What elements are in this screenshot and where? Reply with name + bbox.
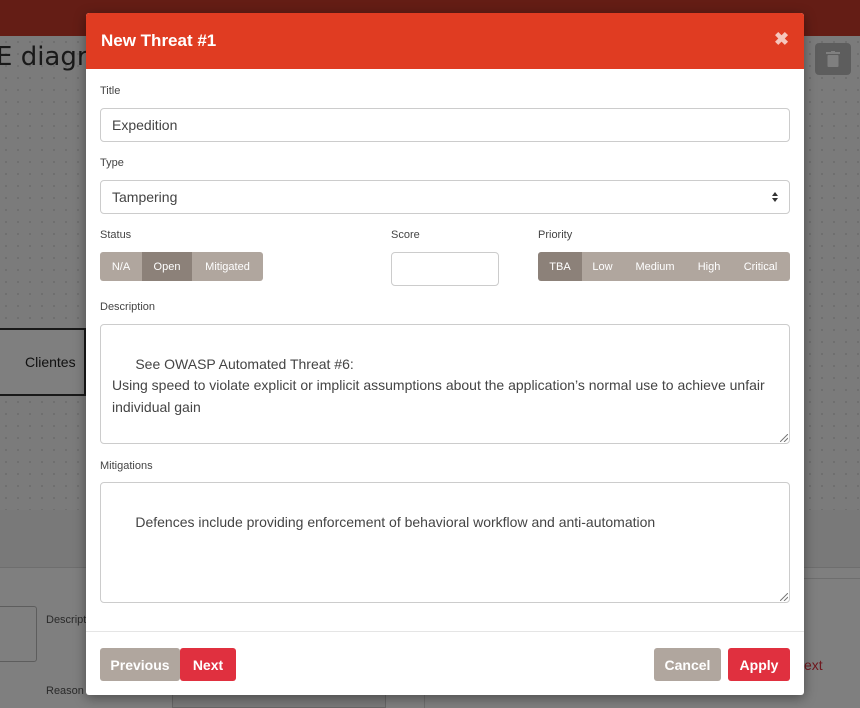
- priority-label: Priority: [538, 229, 573, 241]
- title-input[interactable]: Expedition: [100, 108, 790, 142]
- priority-option-critical[interactable]: Critical: [731, 252, 790, 281]
- priority-option-low[interactable]: Low: [582, 252, 623, 281]
- status-option-na[interactable]: N/A: [100, 252, 142, 281]
- status-label: Status: [100, 229, 132, 241]
- description-text: See OWASP Automated Threat #6: Using spe…: [112, 355, 765, 415]
- type-select-value: Tampering: [112, 189, 178, 205]
- modal-header: New Threat #1 ✖: [86, 13, 804, 69]
- type-select[interactable]: Tampering: [100, 180, 790, 214]
- status-option-open[interactable]: Open: [142, 252, 192, 281]
- mitigations-text: Defences include providing enforcement o…: [135, 513, 656, 530]
- mitigations-label: Mitigations: [100, 460, 153, 472]
- modal-title: New Threat #1: [101, 31, 217, 50]
- resize-handle-icon[interactable]: [780, 593, 788, 601]
- type-label: Type: [100, 157, 124, 169]
- modal-footer: Previous Next Cancel Apply: [86, 631, 804, 695]
- status-toggle-group: N/A Open Mitigated: [100, 252, 263, 281]
- score-label: Score: [391, 229, 420, 241]
- description-textarea[interactable]: See OWASP Automated Threat #6: Using spe…: [100, 324, 790, 444]
- score-input[interactable]: [391, 252, 499, 286]
- mitigations-textarea[interactable]: Defences include providing enforcement o…: [100, 482, 790, 603]
- next-button[interactable]: Next: [180, 648, 236, 681]
- select-arrows-icon: [772, 192, 778, 202]
- resize-handle-icon[interactable]: [780, 434, 788, 442]
- description-label: Description: [100, 301, 156, 313]
- close-icon[interactable]: ✖: [774, 29, 790, 49]
- priority-option-medium[interactable]: Medium: [623, 252, 687, 281]
- priority-option-tba[interactable]: TBA: [538, 252, 582, 281]
- priority-toggle-group: TBA Low Medium High Critical: [538, 252, 790, 281]
- apply-button[interactable]: Apply: [728, 648, 790, 681]
- cancel-button[interactable]: Cancel: [654, 648, 721, 681]
- priority-option-high[interactable]: High: [687, 252, 731, 281]
- title-label: Title: [100, 85, 121, 97]
- status-option-mitigated[interactable]: Mitigated: [192, 252, 263, 281]
- previous-button[interactable]: Previous: [100, 648, 180, 681]
- threat-modal: New Threat #1 ✖ Title Expedition Type Ta…: [86, 13, 804, 695]
